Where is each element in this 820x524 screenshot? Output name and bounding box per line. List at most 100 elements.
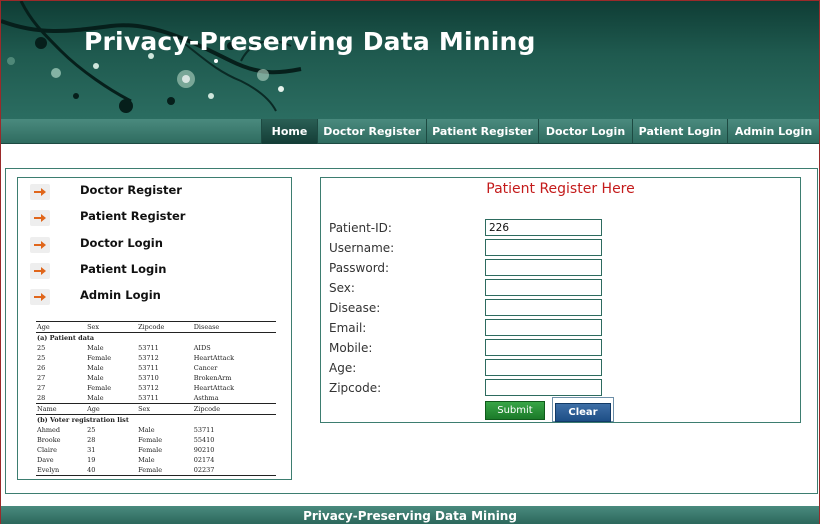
table-row: Brooke 28 Female 55410 [36, 435, 276, 445]
table-cell: Male [87, 374, 104, 382]
table-row: Dave 19 Male 02174 [36, 455, 276, 465]
table-cell: HeartAttack [193, 354, 235, 362]
table-caption-row: (b) Voter registration list [36, 415, 276, 426]
table-row: 27 Male 53710 BrokenArm [36, 373, 276, 383]
table-cell: 02174 [193, 456, 215, 464]
zipcode-field[interactable] [485, 379, 602, 396]
nav-patient-register[interactable]: Patient Register [426, 119, 538, 144]
sidebar-item-label: Patient Register [80, 209, 186, 223]
table-header-cell: Name [36, 403, 87, 415]
table-header-cell: Age [36, 321, 87, 333]
arrow-right-icon [30, 184, 50, 200]
table-cell: Male [87, 394, 104, 402]
table-header-cell: Sex [86, 321, 138, 333]
table-cell: 90210 [193, 446, 215, 454]
submit-button[interactable]: Submit [485, 401, 545, 420]
table-cell: 27 [37, 374, 46, 382]
age-field[interactable] [485, 359, 602, 376]
table-cell: HeartAttack [193, 384, 235, 392]
table-cell: 53710 [138, 374, 159, 382]
arrow-right-icon [30, 289, 50, 305]
sidebar-item-label: Doctor Register [80, 183, 182, 197]
table-row: Ahmed 25 Male 53711 [36, 425, 276, 435]
table-cell: Ahmed [37, 426, 61, 434]
mobile-label: Mobile: [329, 341, 373, 355]
table-cell: Female [138, 436, 163, 444]
site-footer: Privacy-Preserving Data Mining [1, 506, 819, 524]
table-cell: Female [138, 446, 163, 454]
table-cell: Dave [37, 456, 54, 464]
username-field[interactable] [485, 239, 602, 256]
nav-patient-login[interactable]: Patient Login [632, 119, 727, 144]
table-row: 25 Female 53712 HeartAttack [36, 353, 276, 363]
sidebar-item-doctor-login[interactable]: Doctor Login [30, 235, 280, 255]
table-cell: Cancer [193, 364, 218, 372]
data-anonymization-table: Age Sex Zipcode Disease (a) Patient data… [36, 321, 276, 476]
disease-field[interactable] [485, 299, 602, 316]
table-cell: Evelyn [36, 465, 87, 476]
nav-doctor-register[interactable]: Doctor Register [317, 119, 426, 144]
table-cell: 53711 [138, 344, 159, 352]
nav-admin-login[interactable]: Admin Login [727, 119, 819, 144]
arrow-right-icon [30, 237, 50, 253]
sidebar-item-doctor-register[interactable]: Doctor Register [30, 182, 280, 202]
clear-button[interactable]: Clear [555, 403, 611, 422]
sidebar-item-patient-login[interactable]: Patient Login [30, 261, 280, 281]
email-field[interactable] [485, 319, 602, 336]
zipcode-label: Zipcode: [329, 381, 382, 395]
username-label: Username: [329, 241, 395, 255]
table-cell: Male [87, 364, 104, 372]
sidebar-item-label: Patient Login [80, 262, 167, 276]
arrow-right-icon [30, 210, 50, 226]
table-cell: 02237 [192, 465, 276, 476]
password-field[interactable] [485, 259, 602, 276]
table-header-row: Name Age Sex Zipcode [36, 403, 276, 415]
disease-label: Disease: [329, 301, 381, 315]
table-cell: 25 [87, 426, 96, 434]
table-cell: 53712 [138, 354, 159, 362]
sidebar-item-label: Doctor Login [80, 236, 163, 250]
table-header-cell: Sex [137, 403, 193, 415]
table-cell: 40 [86, 465, 138, 476]
table-row: Claire 31 Female 90210 [36, 445, 276, 455]
table-cell: 53711 [138, 394, 159, 402]
table-header-cell: Zipcode [137, 321, 193, 333]
sex-label: Sex: [329, 281, 355, 295]
patient-id-field[interactable] [485, 219, 602, 236]
table-header-row: Age Sex Zipcode Disease [36, 321, 276, 333]
patient-register-form: Patient Register Here Patient-ID: Userna… [320, 177, 801, 423]
table-caption-row: (a) Patient data [36, 333, 276, 344]
table-cell: 27 [37, 384, 46, 392]
table-cell: Male [138, 426, 155, 434]
table-cell: 55410 [193, 436, 215, 444]
table-cell: Brooke [37, 436, 61, 444]
table-cell: 31 [87, 446, 96, 454]
form-title: Patient Register Here [486, 181, 635, 197]
decorative-swirl-icon [1, 1, 302, 113]
sidebar-item-admin-login[interactable]: Admin Login [30, 287, 280, 307]
table-cell: 25 [37, 354, 46, 362]
password-label: Password: [329, 261, 390, 275]
email-label: Email: [329, 321, 367, 335]
table-row: 27 Female 53712 HeartAttack [36, 383, 276, 393]
sex-field[interactable] [485, 279, 602, 296]
nav-doctor-login[interactable]: Doctor Login [538, 119, 632, 144]
sidebar-item-patient-register[interactable]: Patient Register [30, 208, 280, 228]
table-cell: Female [87, 384, 112, 392]
table-cell: BrokenArm [193, 374, 232, 382]
table-cell: Asthma [193, 394, 219, 402]
arrow-right-icon [30, 263, 50, 279]
age-label: Age: [329, 361, 357, 375]
nav-home[interactable]: Home [261, 119, 317, 144]
table-cell: Claire [37, 446, 57, 454]
table-cell: Female [87, 354, 112, 362]
mobile-field[interactable] [485, 339, 602, 356]
site-header: Privacy-Preserving Data Mining [1, 1, 819, 119]
table-cell: 25 [37, 344, 46, 352]
patient-id-label: Patient-ID: [329, 221, 392, 235]
table-row: 25 Male 53711 AIDS [36, 343, 276, 353]
sidebar: Doctor Register Patient Register Doctor … [17, 177, 292, 480]
table-row: 28 Male 53711 Asthma [36, 393, 276, 404]
table-cell: 53711 [193, 426, 215, 434]
top-navbar: Home Doctor Register Patient Register Do… [1, 119, 819, 144]
